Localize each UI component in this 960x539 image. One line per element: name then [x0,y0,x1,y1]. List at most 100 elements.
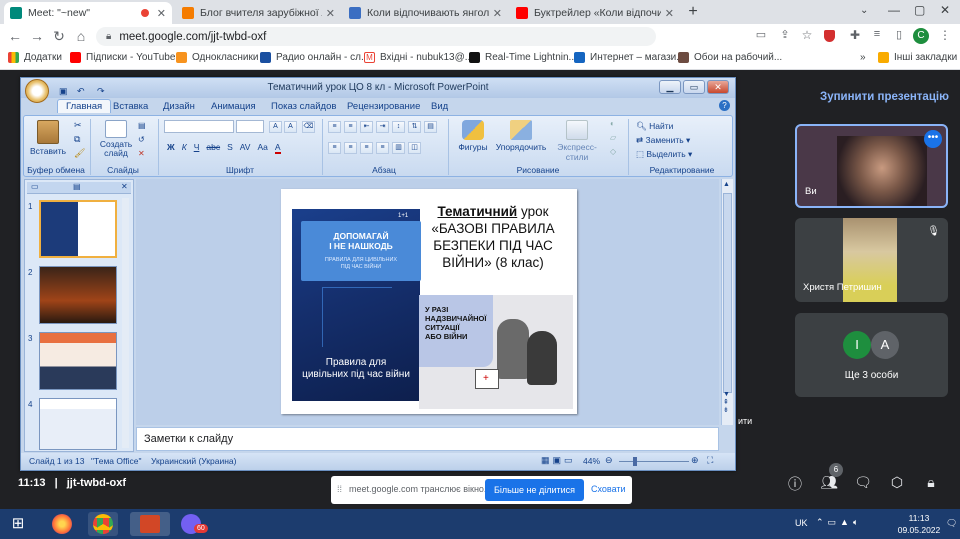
slide-thumbnail[interactable] [39,398,117,450]
taskbar-firefox[interactable] [47,512,77,536]
close-pane-icon[interactable]: ✕ [121,182,128,191]
ppt-close-icon[interactable]: ✕ [707,80,729,94]
bold-button[interactable]: Ж [167,142,175,154]
smartart-icon[interactable]: ◫ [408,142,421,154]
grow-font-icon[interactable]: A [269,121,282,133]
bookmark-store[interactable]: Интернет – магази... [574,52,685,63]
bookmark-ok[interactable]: Однокласники [176,52,258,63]
self-video-tile[interactable]: Ви ••• [795,124,948,208]
text-direction-icon[interactable]: ⇅ [408,121,421,133]
find-button[interactable]: 🔍︎ Найти [636,119,692,133]
scroll-up-icon[interactable]: ▲ [723,181,730,188]
align-left-icon[interactable]: ≡ [328,142,341,154]
cut-icon[interactable]: ✂ [74,120,82,131]
spacing-button[interactable]: AV [240,142,251,154]
ppt-maximize-icon[interactable]: ▭ [683,80,705,94]
input-language[interactable]: UK [795,518,808,528]
bookmark-lightning[interactable]: Real-Time Lightnin... [469,52,577,63]
share-icon[interactable]: ⇪ [776,28,794,41]
shape-fill-icon[interactable]: ◐ [610,119,615,128]
language-status[interactable]: Украинский (Украина) [151,456,236,466]
bookmark-other[interactable]: Інші закладки [878,52,957,63]
taskbar-chrome[interactable] [88,512,118,536]
ppt-minimize-icon[interactable]: ▁ [659,80,681,94]
tab-animation[interactable]: Анимация [203,100,264,113]
shrink-font-icon[interactable]: A [284,121,297,133]
tab-angels[interactable]: Коли відпочивають янголи – Ш ✕ [343,2,508,24]
zoom-level[interactable]: 44% [583,456,600,466]
strikethrough-button[interactable]: abc [206,142,220,154]
justify-icon[interactable]: ≡ [376,142,389,154]
slide-thumbnail[interactable] [39,332,117,390]
close-tab-icon[interactable]: ✕ [493,7,502,20]
notes-field[interactable]: Заметки к слайду [136,427,719,451]
shapes-button[interactable]: Фигуры [456,120,490,152]
line-spacing-icon[interactable]: ↕ [392,121,405,133]
slides-tab-icon[interactable]: ▭ [31,182,39,191]
underline-button[interactable]: Ч [194,142,200,154]
menu-icon[interactable]: ⋮ [936,28,954,42]
reload-icon[interactable]: ↻ [50,28,68,45]
paste-button[interactable]: Вставить [30,120,66,156]
copy-icon[interactable]: ⧉ [74,134,80,145]
url-bar[interactable]: 🔒︎ meet.google.com/jjt-twbd-oxf [96,27,656,46]
view-buttons-icon[interactable]: ▦▣▭ [541,455,576,466]
font-size-select[interactable] [236,120,264,133]
forward-icon[interactable]: → [28,28,46,44]
hide-sharing-bar-button[interactable]: Сховати [591,484,626,494]
shape-effects-icon[interactable]: ◇ [610,147,616,156]
tab-blog[interactable]: Блог вчителя зарубіжної літера ✕ [176,2,341,24]
tab-design[interactable]: Дизайн [155,100,203,113]
quick-styles-button[interactable]: Экспресс-стили [546,120,608,162]
clear-formatting-icon[interactable]: ⌫ [302,121,315,133]
cast-icon[interactable]: ▭ [752,28,770,41]
extensions-puzzle-icon[interactable]: ✚ [846,28,864,42]
outline-tab-icon[interactable]: ▤ [73,182,81,191]
align-right-icon[interactable]: ≡ [360,142,373,154]
select-button[interactable]: ⬚ Выделить ▾ [636,147,692,161]
side-panel-icon[interactable]: ▯ [890,28,908,41]
bookmark-radio[interactable]: Радио онлайн - сл... [260,52,369,63]
decrease-indent-icon[interactable]: ⇤ [360,121,373,133]
arrange-button[interactable]: Упорядочить [492,120,550,152]
prev-next-slide-icons[interactable]: ▼ ⇞ ⇟ [723,391,730,415]
new-tab-button[interactable]: + [684,3,702,21]
bookmark-star-icon[interactable]: ☆ [798,28,816,42]
slide-thumbnail[interactable] [39,266,117,324]
bookmark-youtube[interactable]: Підписки - YouTube [70,52,175,63]
pane-scrollbar[interactable] [122,198,129,448]
profile-avatar[interactable]: C [913,28,929,44]
increase-indent-icon[interactable]: ⇥ [376,121,389,133]
slide-thumbnail[interactable] [39,200,117,258]
chat-icon[interactable]: 🗨︎ [854,474,872,492]
tab-insert[interactable]: Вставка [105,100,156,113]
format-painter-icon[interactable]: 🖌︎ [74,148,85,159]
notifications-icon[interactable]: 🗨︎ [946,518,957,529]
back-icon[interactable]: ← [6,28,24,44]
tray-icons[interactable]: ⌃▭▲🔈︎ [816,517,862,528]
bookmark-apps[interactable]: Додатки [8,52,62,63]
reading-list-icon[interactable]: ≡ [868,28,886,40]
tab-search-icon[interactable]: ⌄ [860,5,868,16]
close-tab-icon[interactable]: ✕ [326,7,335,20]
close-tab-icon[interactable]: ✕ [157,7,166,20]
tab-booktrailer[interactable]: Буктрейлер «Коли відпочивают ✕ [510,2,680,24]
align-center-icon[interactable]: ≡ [344,142,357,154]
zoom-slider[interactable] [619,461,689,462]
scroll-thumb[interactable] [723,193,732,393]
host-controls-icon[interactable]: 🔒︎ [922,474,940,492]
extension-shield-icon[interactable] [824,30,835,42]
fit-slide-icon[interactable]: ⛶ [707,455,713,466]
tab-meet[interactable]: Meet: "~new" ✕ [4,2,172,24]
close-tab-icon[interactable]: ✕ [665,7,674,20]
reset-icon[interactable]: ↺ [138,135,145,144]
font-family-select[interactable] [164,120,234,133]
font-color-button[interactable]: A [274,142,281,154]
bookmark-gmail[interactable]: M Вхідні - nubuk13@... [364,52,473,63]
delete-slide-icon[interactable]: ✕ [138,149,145,158]
participant-tile[interactable]: Христя Петришин 🎙︎ [795,218,948,302]
shadow-button[interactable]: S [227,142,233,154]
more-options-icon[interactable]: ••• [924,130,942,148]
maximize-icon[interactable]: ▢ [914,3,925,17]
close-window-icon[interactable]: ✕ [940,3,950,17]
